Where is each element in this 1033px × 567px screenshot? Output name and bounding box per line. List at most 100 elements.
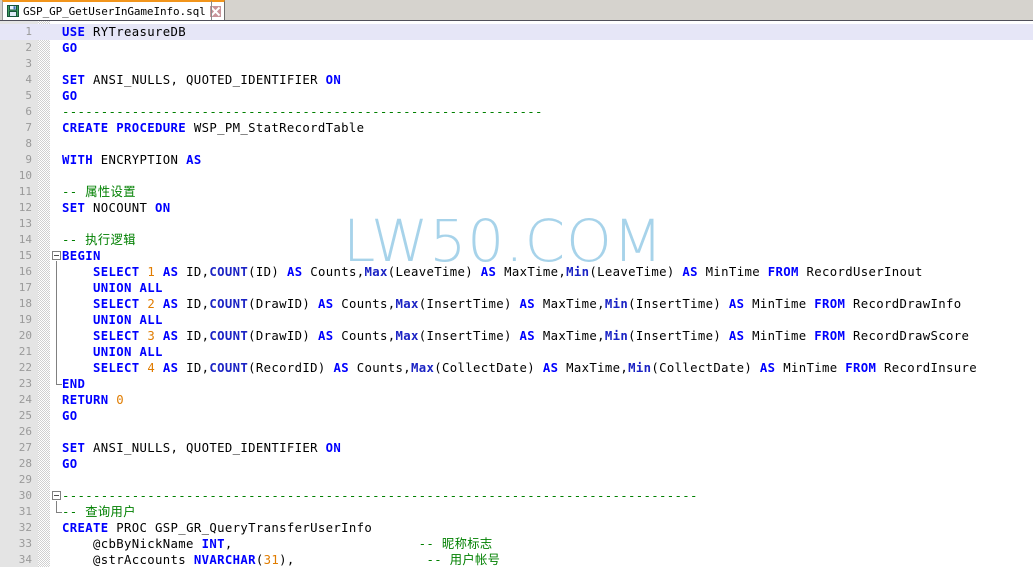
code-text: UNION ALL bbox=[93, 281, 163, 295]
line-number: 31 bbox=[18, 505, 32, 518]
line-number: 15 bbox=[18, 249, 32, 262]
code-line[interactable]: 1 USE RYTreasureDB bbox=[0, 24, 1033, 40]
code-line[interactable]: 8 bbox=[0, 136, 1033, 152]
code-editor[interactable]: LW50.COM 1 USE RYTreasureDB 2 GO 3 4 SET ANSI_… bbox=[0, 21, 1033, 567]
line-number: 25 bbox=[18, 409, 32, 422]
code-line[interactable]: 18 SELECT 2 AS ID,COUNT(DrawID) AS Count… bbox=[0, 296, 1033, 312]
code-line[interactable]: 33 @cbByNickName INT, -- 昵称标志 bbox=[0, 536, 1033, 552]
line-number: 13 bbox=[18, 217, 32, 230]
code-text: ----------------------------------------… bbox=[62, 489, 698, 503]
code-text: -- 属性设置 bbox=[62, 185, 136, 199]
line-number: 18 bbox=[18, 297, 32, 310]
line-number: 33 bbox=[18, 537, 32, 550]
line-number: 4 bbox=[25, 73, 32, 86]
code-line[interactable]: 11 -- 属性设置 bbox=[0, 184, 1033, 200]
line-number: 29 bbox=[18, 473, 32, 486]
floppy-disk-icon bbox=[7, 5, 19, 17]
code-text: USE RYTreasureDB bbox=[62, 25, 187, 39]
code-text: GO bbox=[62, 409, 78, 423]
line-number: 24 bbox=[18, 393, 32, 406]
line-number: 11 bbox=[18, 185, 32, 198]
code-text: BEGIN bbox=[62, 249, 101, 263]
code-text: END bbox=[62, 377, 86, 391]
line-number: 10 bbox=[18, 169, 32, 182]
code-text: SELECT 2 AS ID,COUNT(DrawID) AS Counts,M… bbox=[93, 297, 962, 311]
tab-bar-divider bbox=[211, 1, 212, 20]
code-line[interactable]: 5 GO bbox=[0, 88, 1033, 104]
code-text: SELECT 4 AS ID,COUNT(RecordID) AS Counts… bbox=[93, 361, 978, 375]
line-number: 17 bbox=[18, 281, 32, 294]
code-line[interactable]: 31 -- 查询用户 bbox=[0, 504, 1033, 520]
code-line[interactable]: 20 SELECT 3 AS ID,COUNT(DrawID) AS Count… bbox=[0, 328, 1033, 344]
code-text: GO bbox=[62, 41, 78, 55]
code-line[interactable]: 12 SET NOCOUNT ON bbox=[0, 200, 1033, 216]
line-number: 22 bbox=[18, 361, 32, 374]
code-text: RETURN 0 bbox=[62, 393, 125, 407]
code-line[interactable]: 3 bbox=[0, 56, 1033, 72]
code-line[interactable]: 27 SET ANSI_NULLS, QUOTED_IDENTIFIER ON bbox=[0, 440, 1033, 456]
editor-tab-bar: GSP_GP_GetUserInGameInfo.sql bbox=[0, 0, 1033, 21]
code-text: UNION ALL bbox=[93, 345, 163, 359]
code-line[interactable]: 25 GO bbox=[0, 408, 1033, 424]
line-number: 3 bbox=[25, 57, 32, 70]
line-number: 20 bbox=[18, 329, 32, 342]
line-number: 21 bbox=[18, 345, 32, 358]
line-number: 8 bbox=[25, 137, 32, 150]
line-number: 6 bbox=[25, 105, 32, 118]
line-number: 23 bbox=[18, 377, 32, 390]
line-number: 5 bbox=[25, 89, 32, 102]
code-text: GO bbox=[62, 89, 78, 103]
code-text: SELECT 3 AS ID,COUNT(DrawID) AS Counts,M… bbox=[93, 329, 970, 343]
code-text: SET ANSI_NULLS, QUOTED_IDENTIFIER ON bbox=[62, 73, 342, 87]
line-number: 32 bbox=[18, 521, 32, 534]
document-tab[interactable]: GSP_GP_GetUserInGameInfo.sql bbox=[2, 0, 225, 20]
code-line[interactable]: 2 GO bbox=[0, 40, 1033, 56]
code-text: UNION ALL bbox=[93, 313, 163, 327]
code-line[interactable]: 19 UNION ALL bbox=[0, 312, 1033, 328]
code-text: SET NOCOUNT ON bbox=[62, 201, 171, 215]
code-line[interactable]: 26 bbox=[0, 424, 1033, 440]
code-line[interactable]: 7 CREATE PROCEDURE WSP_PM_StatRecordTable bbox=[0, 120, 1033, 136]
tab-title: GSP_GP_GetUserInGameInfo.sql bbox=[23, 4, 206, 18]
code-text: CREATE PROC GSP_GR_QueryTransferUserInfo bbox=[62, 521, 373, 535]
code-line[interactable]: 15 BEGIN bbox=[0, 248, 1033, 264]
line-number: 9 bbox=[25, 153, 32, 166]
line-number: 30 bbox=[18, 489, 32, 502]
code-line[interactable]: 28 GO bbox=[0, 456, 1033, 472]
code-text: CREATE PROCEDURE WSP_PM_StatRecordTable bbox=[62, 121, 365, 135]
line-number: 28 bbox=[18, 457, 32, 470]
code-line[interactable]: 23 END bbox=[0, 376, 1033, 392]
code-text: @cbByNickName INT, -- 昵称标志 bbox=[62, 537, 493, 551]
code-line[interactable]: 17 UNION ALL bbox=[0, 280, 1033, 296]
line-number: 34 bbox=[18, 553, 32, 566]
code-text: SELECT 1 AS ID,COUNT(ID) AS Counts,Max(L… bbox=[93, 265, 923, 279]
line-number: 1 bbox=[25, 25, 32, 38]
code-line[interactable]: 9 WITH ENCRYPTION AS bbox=[0, 152, 1033, 168]
code-line[interactable]: 29 bbox=[0, 472, 1033, 488]
line-number: 12 bbox=[18, 201, 32, 214]
code-line[interactable]: 32 CREATE PROC GSP_GR_QueryTransferUserIn… bbox=[0, 520, 1033, 536]
line-number: 19 bbox=[18, 313, 32, 326]
code-text: -- 执行逻辑 bbox=[62, 233, 136, 247]
code-line[interactable]: 10 bbox=[0, 168, 1033, 184]
line-number: 27 bbox=[18, 441, 32, 454]
code-line[interactable]: 14 -- 执行逻辑 bbox=[0, 232, 1033, 248]
code-line[interactable]: 21 UNION ALL bbox=[0, 344, 1033, 360]
code-line[interactable]: 34 @strAccounts NVARCHAR(31), -- 用户帐号 bbox=[0, 552, 1033, 567]
code-text: SET ANSI_NULLS, QUOTED_IDENTIFIER ON bbox=[62, 441, 342, 455]
code-text: -- 查询用户 bbox=[62, 505, 136, 519]
line-number: 26 bbox=[18, 425, 32, 438]
code-line[interactable]: 16 SELECT 1 AS ID,COUNT(ID) AS Counts,Ma… bbox=[0, 264, 1033, 280]
line-number: 7 bbox=[25, 121, 32, 134]
code-line[interactable]: 24 RETURN 0 bbox=[0, 392, 1033, 408]
code-text: WITH ENCRYPTION AS bbox=[62, 153, 202, 167]
line-number: 2 bbox=[25, 41, 32, 54]
code-text: ----------------------------------------… bbox=[62, 105, 543, 119]
code-line[interactable]: 30 --------------------------------------… bbox=[0, 488, 1033, 504]
line-number: 14 bbox=[18, 233, 32, 246]
code-line[interactable]: 6 ---------------------------------------… bbox=[0, 104, 1033, 120]
code-line[interactable]: 13 bbox=[0, 216, 1033, 232]
code-line[interactable]: 4 SET ANSI_NULLS, QUOTED_IDENTIFIER ON bbox=[0, 72, 1033, 88]
code-line[interactable]: 22 SELECT 4 AS ID,COUNT(RecordID) AS Cou… bbox=[0, 360, 1033, 376]
code-text: GO bbox=[62, 457, 78, 471]
